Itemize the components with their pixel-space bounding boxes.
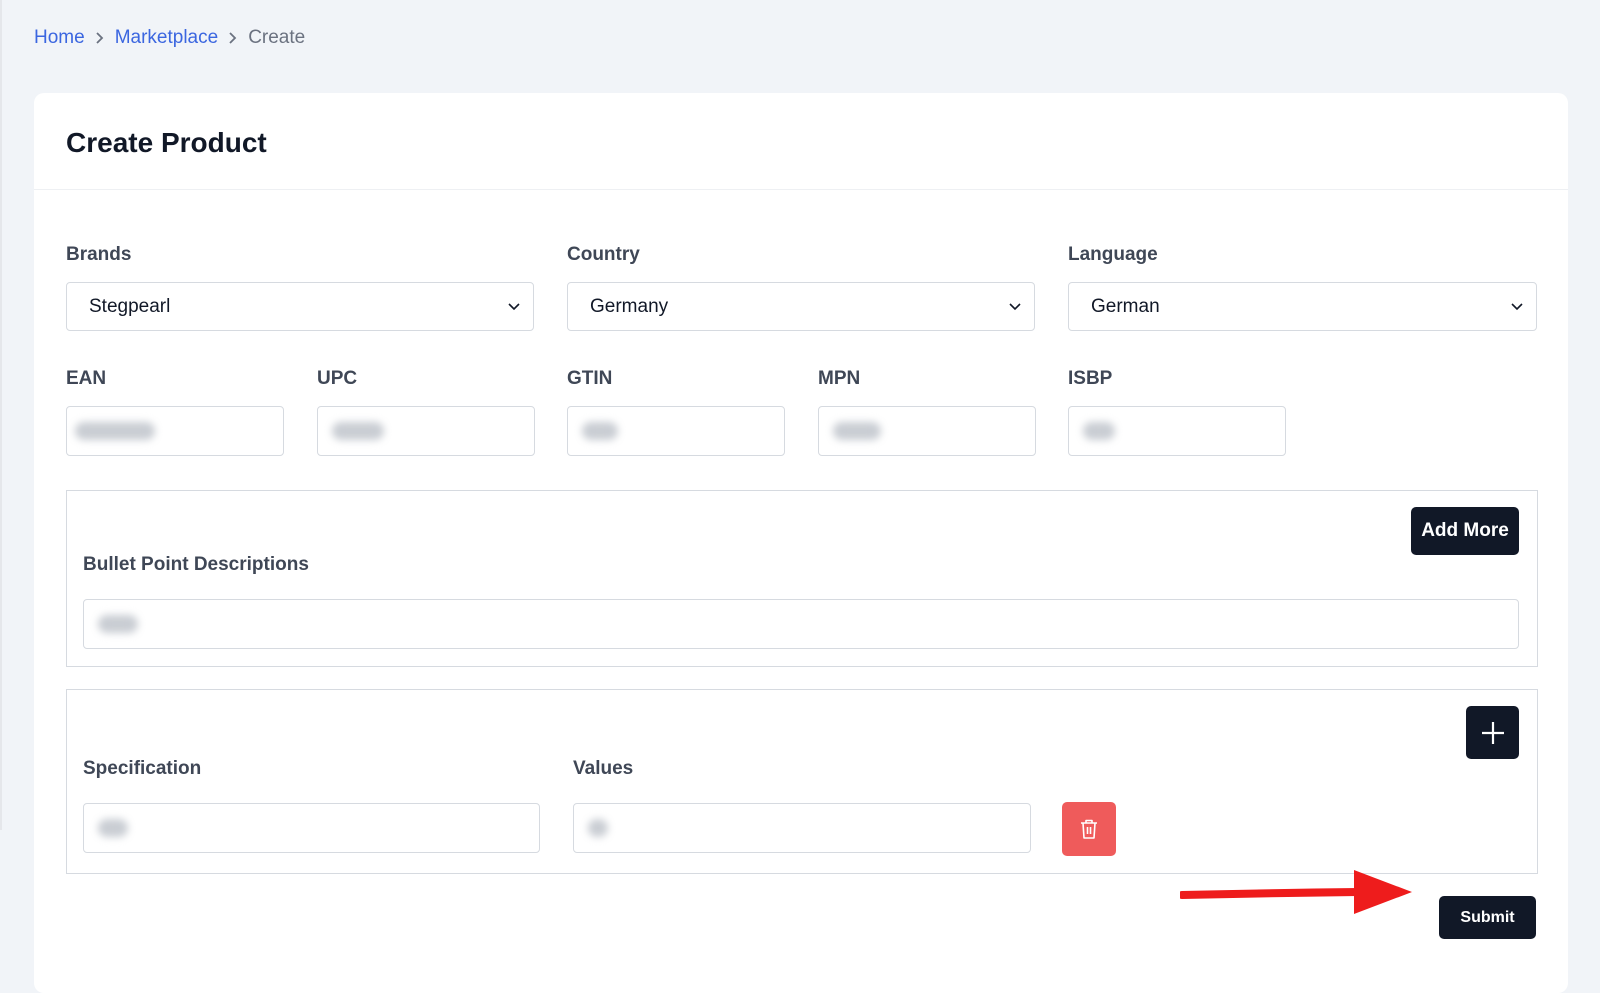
trash-icon — [1081, 819, 1097, 839]
create-product-card: Create Product Brands Stegpearl Country … — [34, 93, 1568, 993]
add-specification-button[interactable] — [1466, 706, 1519, 759]
chevron-down-icon — [508, 303, 520, 311]
gtin-input[interactable] — [567, 406, 785, 456]
add-more-button[interactable]: Add More — [1411, 507, 1519, 555]
redacted-value — [98, 615, 138, 633]
redacted-value — [1083, 422, 1115, 440]
redacted-value — [582, 422, 618, 440]
gtin-label: GTIN — [567, 368, 613, 389]
mpn-input[interactable] — [818, 406, 1036, 456]
breadcrumb-marketplace-link[interactable]: Marketplace — [115, 27, 219, 49]
page-title: Create Product — [66, 127, 267, 158]
country-label: Country — [567, 244, 640, 265]
values-label: Values — [573, 758, 634, 779]
redacted-value — [588, 819, 608, 837]
bullet-point-input[interactable] — [83, 599, 1519, 649]
brands-select[interactable]: Stegpearl — [66, 282, 534, 331]
brands-label: Brands — [66, 244, 132, 265]
language-select-value: German — [1091, 295, 1160, 317]
ean-input[interactable] — [66, 406, 284, 456]
breadcrumb-current: Create — [248, 27, 306, 48]
isbp-label: ISBP — [1068, 368, 1113, 389]
specification-input[interactable] — [83, 803, 540, 853]
isbp-input[interactable] — [1068, 406, 1286, 456]
redacted-value — [332, 422, 384, 440]
upc-input[interactable] — [317, 406, 535, 456]
delete-specification-button[interactable] — [1062, 802, 1116, 856]
breadcrumb: Home Marketplace Create — [34, 27, 305, 49]
submit-button[interactable]: Submit — [1439, 896, 1536, 939]
breadcrumb-home-link[interactable]: Home — [34, 27, 85, 49]
brands-select-value: Stegpearl — [89, 295, 171, 317]
left-border — [0, 0, 2, 830]
country-select-value: Germany — [590, 295, 669, 317]
redacted-value — [75, 422, 155, 440]
redacted-value — [98, 819, 128, 837]
specification-label: Specification — [83, 758, 202, 779]
plus-icon — [1481, 721, 1504, 744]
bullet-points-label: Bullet Point Descriptions — [83, 554, 309, 575]
values-input[interactable] — [573, 803, 1031, 853]
chevron-right-icon — [218, 31, 248, 45]
chevron-down-icon — [1511, 303, 1523, 311]
upc-label: UPC — [317, 368, 358, 389]
chevron-down-icon — [1009, 303, 1021, 311]
language-label: Language — [1068, 244, 1158, 265]
red-arrow-annotation — [1180, 870, 1412, 914]
mpn-label: MPN — [818, 368, 861, 389]
country-select[interactable]: Germany — [567, 282, 1035, 331]
redacted-value — [833, 422, 881, 440]
chevron-right-icon — [85, 31, 115, 45]
ean-label: EAN — [66, 368, 107, 389]
language-select[interactable]: German — [1068, 282, 1537, 331]
